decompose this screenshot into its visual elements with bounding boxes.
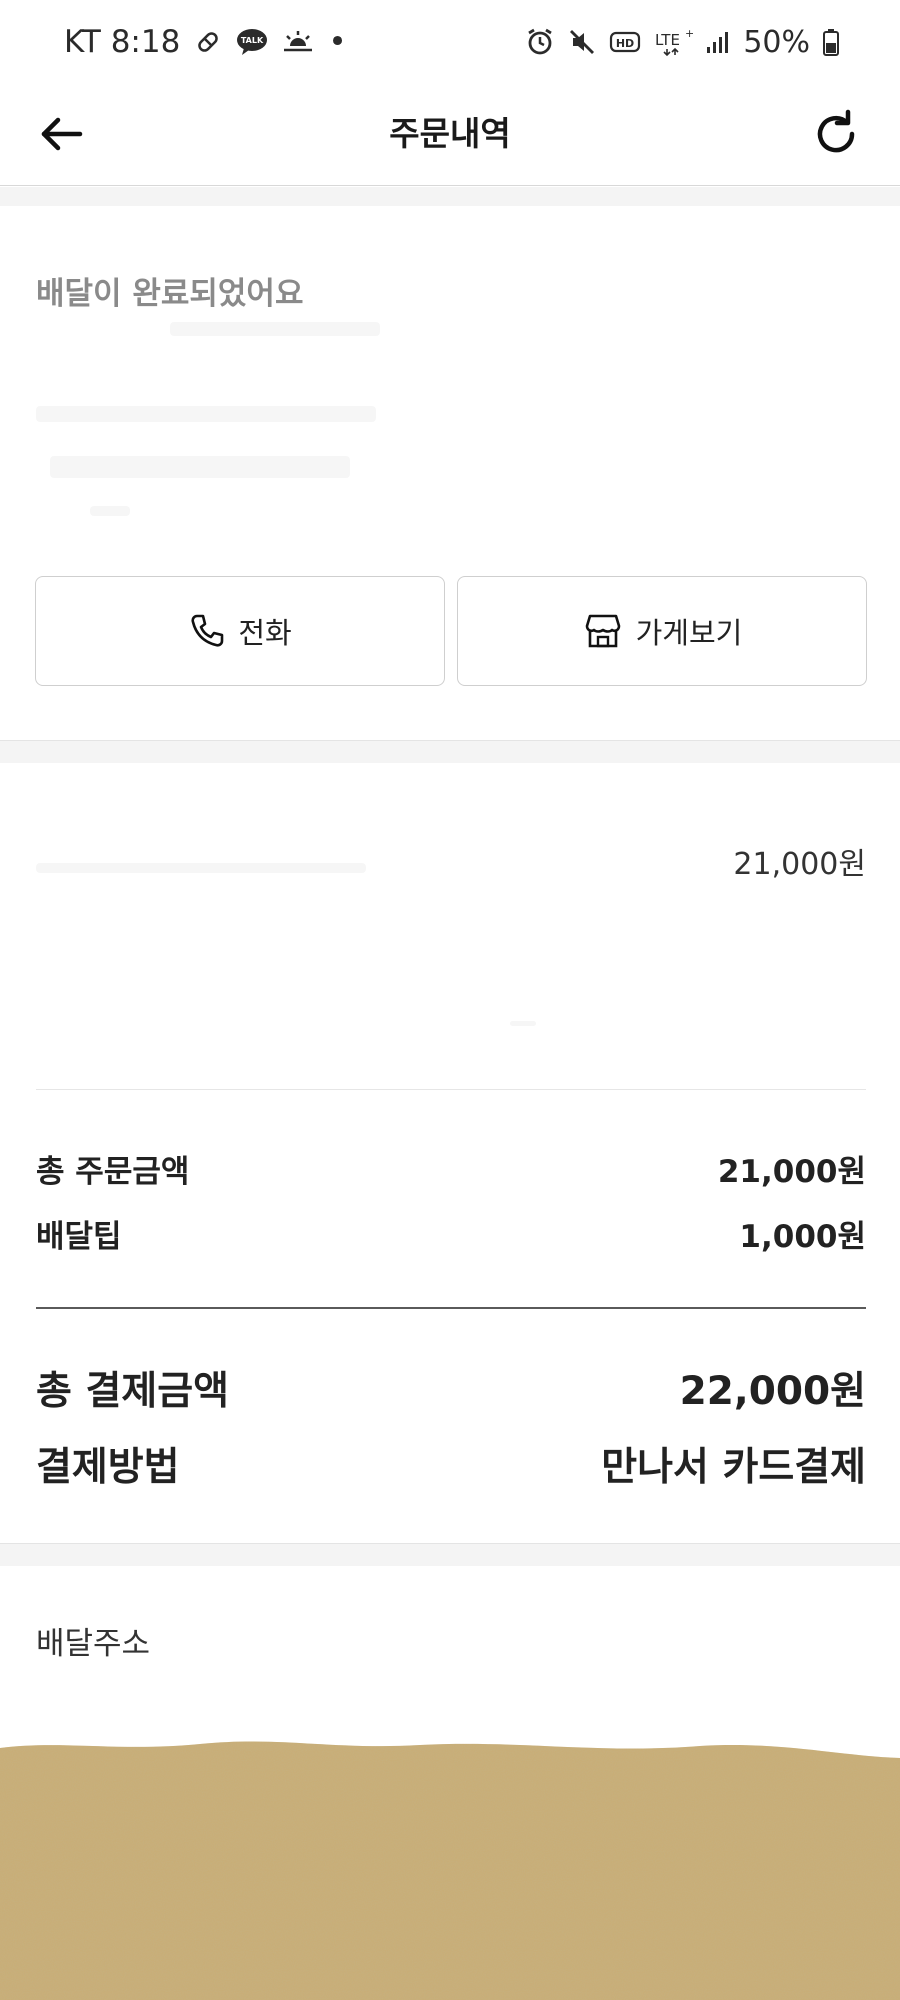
battery-percent: 50% — [743, 24, 810, 60]
page-title: 주문내역 — [389, 114, 511, 153]
redacted-option — [510, 1021, 536, 1026]
redacted-order-time — [50, 456, 350, 478]
view-store-button-label: 가게보기 — [635, 616, 743, 650]
order-details-section: 21,000원 총 주문금액 21,000원 배달팁 1,000원 총 결제금액… — [0, 763, 900, 1543]
view-store-button[interactable]: 가게보기 — [457, 576, 867, 686]
divider — [36, 1089, 866, 1090]
order-history-screen: KT 8:18 TALK • HD LTE + 50% 주문내역 배달이 완료되… — [0, 0, 900, 2000]
svg-text:HD: HD — [616, 37, 634, 50]
section-gap — [0, 740, 900, 763]
delivery-tip-value: 1,000원 — [739, 1218, 866, 1255]
redacted-menu-item — [36, 863, 366, 873]
payment-total-value: 22,000원 — [679, 1369, 866, 1414]
refresh-button[interactable] — [808, 106, 864, 162]
svg-text:LTE: LTE — [655, 31, 680, 49]
order-total-row: 총 주문금액 21,000원 — [36, 1143, 866, 1193]
payment-method-value: 만나서 카드결제 — [601, 1445, 866, 1490]
lte-plus-icon: LTE + — [653, 27, 693, 57]
delivery-address-label: 배달주소 — [36, 1626, 151, 1662]
total-divider — [36, 1307, 866, 1309]
notification-dot: • — [328, 24, 347, 60]
phone-icon — [191, 614, 224, 647]
delivery-tip-label: 배달팁 — [36, 1218, 122, 1255]
sand-texture-overlay — [0, 1741, 900, 2000]
battery-icon — [822, 27, 840, 57]
weather-sunrise-icon — [282, 28, 314, 56]
delivery-status-section: 배달이 완료되었어요 전화 가게보기 — [0, 206, 900, 740]
payment-method-row: 결제방법 만나서 카드결제 — [36, 1429, 866, 1499]
payment-total-label: 총 결제금액 — [36, 1369, 229, 1414]
delivery-status-text: 배달이 완료되었어요 — [36, 276, 304, 312]
delivery-tip-row: 배달팁 1,000원 — [36, 1208, 866, 1258]
mute-icon — [567, 27, 597, 57]
payment-total-row: 총 결제금액 22,000원 — [36, 1353, 866, 1423]
pill-icon — [194, 28, 222, 56]
section-gap — [0, 1543, 900, 1566]
payment-method-label: 결제방법 — [36, 1445, 180, 1490]
status-bar: KT 8:18 TALK • HD LTE + 50% — [0, 0, 900, 82]
menu-item-price: 21,000원 — [733, 847, 866, 882]
order-total-value: 21,000원 — [717, 1153, 866, 1190]
app-header: 주문내역 — [0, 82, 900, 186]
refresh-icon — [817, 109, 855, 153]
section-gap — [0, 187, 900, 206]
signal-icon — [705, 29, 731, 55]
order-total-label: 총 주문금액 — [36, 1153, 190, 1190]
call-button-label: 전화 — [238, 616, 292, 650]
carrier-time: KT 8:18 — [64, 24, 181, 60]
redacted-extra — [90, 506, 130, 516]
svg-text:+: + — [685, 27, 693, 40]
hd-voice-icon: HD — [609, 29, 641, 55]
alarm-icon — [525, 27, 555, 57]
call-button[interactable]: 전화 — [35, 576, 445, 686]
redacted-order-info — [36, 406, 376, 422]
status-bar-left: KT 8:18 TALK • — [64, 20, 347, 64]
svg-text:TALK: TALK — [241, 36, 264, 45]
kakaotalk-icon: TALK — [236, 28, 268, 56]
store-icon — [585, 614, 620, 648]
delivery-address-section: 배달주소 — [0, 1566, 900, 2000]
status-bar-right: HD LTE + 50% — [525, 20, 840, 64]
redacted-store-name — [170, 322, 380, 336]
